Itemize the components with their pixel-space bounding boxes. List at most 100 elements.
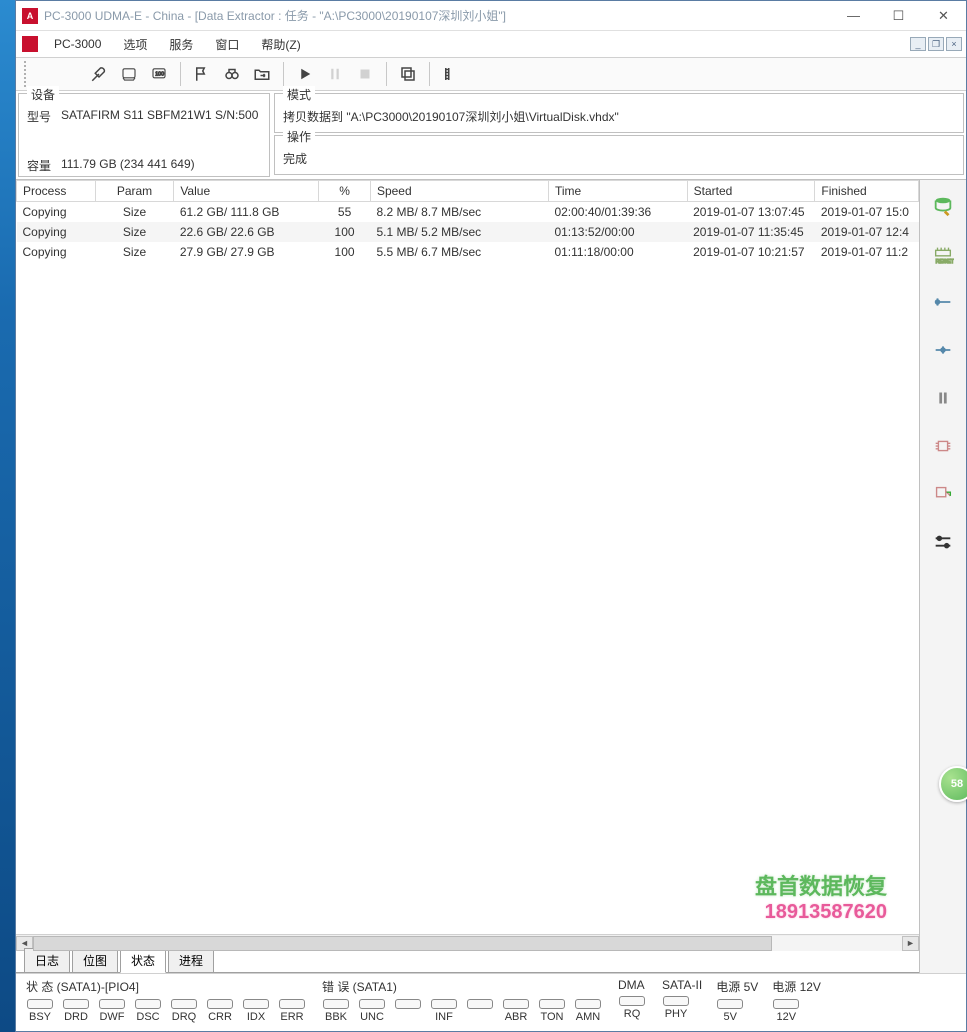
tab-log[interactable]: 日志 (24, 948, 70, 972)
status-group-error: 错 误 (SATA1) BBKUNCINFABRTONAMN (320, 978, 604, 1027)
mdi-minimize-button[interactable]: _ (910, 37, 926, 51)
menu-help[interactable]: 帮助(Z) (251, 33, 310, 56)
scroll-track[interactable] (33, 936, 902, 951)
led-indicator (27, 999, 53, 1009)
col-value[interactable]: Value (174, 181, 319, 202)
floating-badge[interactable]: 58 (939, 766, 967, 802)
copy-icon[interactable] (393, 60, 423, 88)
led-label: DWF (99, 1011, 124, 1023)
bottom-tabs: 日志 位图 状态 进程 (16, 951, 919, 973)
led-label: TON (540, 1011, 563, 1023)
led-indicator (243, 999, 269, 1009)
led-label: DRQ (172, 1011, 196, 1023)
pause-side-icon[interactable] (929, 384, 957, 412)
table-row[interactable]: CopyingSize22.6 GB/ 22.6 GB1005.1 MB/ 5.… (17, 222, 919, 242)
minimize-button[interactable]: — (831, 1, 876, 30)
menu-pc3000[interactable]: PC-3000 (44, 34, 111, 54)
led-DRQ: DRQ (168, 999, 200, 1023)
tab-state[interactable]: 状态 (120, 948, 166, 973)
led-label: CRR (208, 1011, 232, 1023)
capacity-value: 111.79 GB (234 441 649) (61, 157, 261, 174)
table-row[interactable]: CopyingSize27.9 GB/ 27.9 GB1005.5 MB/ 6.… (17, 242, 919, 262)
folder-arrow-icon[interactable] (247, 60, 277, 88)
flag-icon[interactable] (187, 60, 217, 88)
led-label: ERR (280, 1011, 303, 1023)
close-button[interactable]: ✕ (921, 1, 966, 30)
ruler-icon[interactable] (436, 60, 466, 88)
menu-options[interactable]: 选项 (113, 33, 157, 56)
toolbar: 100 (16, 57, 966, 91)
status-group-sata1: 状 态 (SATA1)-[PIO4] BSYDRDDWFDSCDRQCRRIDX… (24, 978, 308, 1027)
toolbar-separator (429, 62, 430, 86)
led-UNC: UNC (356, 999, 388, 1023)
model-value: SATAFIRM S11 SBFM21W1 S/N:500 (61, 108, 261, 125)
operation-value: 完成 (283, 150, 955, 167)
toolbar-grip[interactable] (24, 61, 32, 87)
cell-speed: 8.2 MB/ 8.7 MB/sec (370, 202, 548, 223)
scroll-thumb[interactable] (33, 936, 772, 951)
led-indicator (323, 999, 349, 1009)
settings-sliders-icon[interactable] (929, 528, 957, 556)
binoculars-icon[interactable] (217, 60, 247, 88)
maximize-button[interactable]: ☐ (876, 1, 921, 30)
tape1-icon[interactable] (114, 60, 144, 88)
slider-center-icon[interactable] (929, 336, 957, 364)
pause-icon[interactable] (320, 60, 350, 88)
mdi-app-icon[interactable] (22, 36, 38, 52)
led-indicator (359, 999, 385, 1009)
mdi-restore-button[interactable]: ❐ (928, 37, 944, 51)
toolbar-separator (386, 62, 387, 86)
col-param[interactable]: Param (95, 181, 174, 202)
cell-finished: 2019-01-07 15:0 (815, 202, 919, 223)
led-RQ: RQ (616, 996, 648, 1020)
col-process[interactable]: Process (17, 181, 96, 202)
export-icon[interactable] (929, 480, 957, 508)
mdi-close-button[interactable]: × (946, 37, 962, 51)
led-DSC: DSC (132, 999, 164, 1023)
mode-value: 拷贝数据到 "A:\PC3000\20190107深圳刘小姐\VirtualDi… (283, 108, 955, 125)
device-fieldset: 设备 型号SATAFIRM S11 SBFM21W1 S/N:500 容量111… (18, 93, 270, 177)
menu-window[interactable]: 窗口 (205, 33, 249, 56)
col-time[interactable]: Time (548, 181, 687, 202)
tools-icon[interactable] (84, 60, 114, 88)
led-label: UNC (360, 1011, 384, 1023)
col-speed[interactable]: Speed (370, 181, 548, 202)
status-group-title: 电源 5V (714, 978, 758, 995)
tab-bitmap[interactable]: 位图 (72, 948, 118, 972)
reset-icon[interactable]: RESET (929, 240, 957, 268)
chip-icon[interactable] (929, 432, 957, 460)
status-group-12v: 电源 12V 12V (770, 978, 821, 1027)
led-indicator (619, 996, 645, 1006)
operation-legend: 操作 (283, 128, 315, 145)
led-INF: INF (428, 999, 460, 1023)
slider-left-icon[interactable] (929, 288, 957, 316)
app-icon: A (22, 8, 38, 24)
table-row[interactable]: CopyingSize61.2 GB/ 111.8 GB558.2 MB/ 8.… (17, 202, 919, 223)
menubar: PC-3000 选项 服务 窗口 帮助(Z) _ ❐ × (16, 31, 966, 57)
cell-value: 27.9 GB/ 27.9 GB (174, 242, 319, 262)
led-DWF: DWF (96, 999, 128, 1023)
cell-started: 2019-01-07 10:21:57 (687, 242, 815, 262)
tape2-icon[interactable]: 100 (144, 60, 174, 88)
cell-param: Size (95, 202, 174, 223)
mode-fieldset: 模式 拷贝数据到 "A:\PC3000\20190107深圳刘小姐\Virtua… (274, 93, 964, 133)
menu-service[interactable]: 服务 (159, 33, 203, 56)
main-content: Process Param Value % Speed Time Started… (16, 180, 920, 973)
play-icon[interactable] (290, 60, 320, 88)
tab-process[interactable]: 进程 (168, 948, 214, 972)
col-finished[interactable]: Finished (815, 181, 919, 202)
desktop-background-edge (0, 0, 15, 1032)
col-percent[interactable]: % (319, 181, 371, 202)
led-indicator (431, 999, 457, 1009)
status-group-title: 错 误 (SATA1) (320, 978, 604, 995)
cell-value: 22.6 GB/ 22.6 GB (174, 222, 319, 242)
horizontal-scrollbar[interactable]: ◄ ► (16, 934, 919, 951)
led-12V: 12V (770, 999, 802, 1023)
stop-icon[interactable] (350, 60, 380, 88)
drive-stack-icon[interactable] (929, 192, 957, 220)
cell-param: Size (95, 242, 174, 262)
mdi-controls: _ ❐ × (910, 37, 962, 51)
scroll-right-button[interactable]: ► (902, 936, 919, 951)
capacity-label: 容量 (27, 157, 61, 174)
col-started[interactable]: Started (687, 181, 815, 202)
